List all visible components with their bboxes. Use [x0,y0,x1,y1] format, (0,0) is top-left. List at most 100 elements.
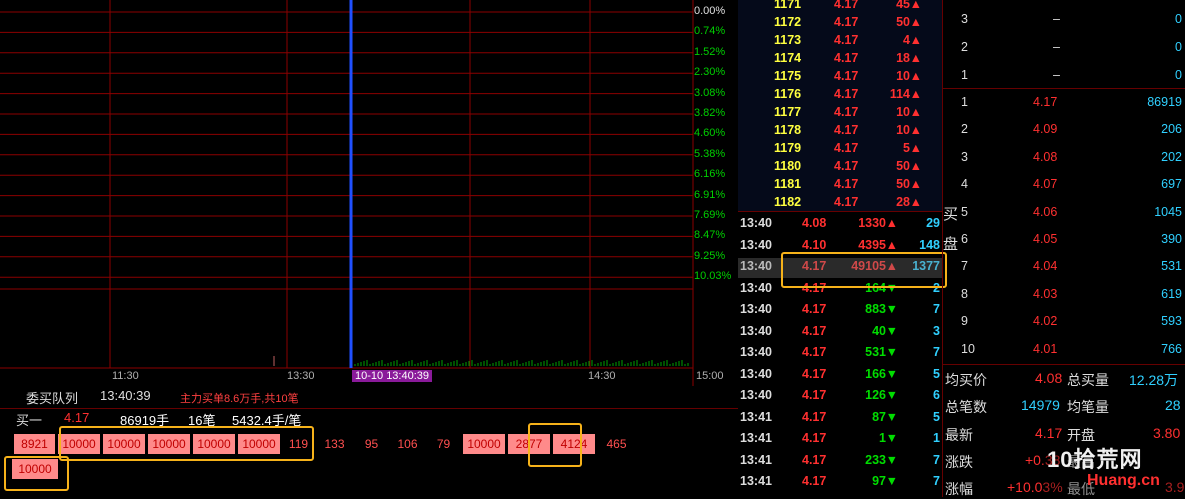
tick-list[interactable]: 1171 4.17 45 ▲ 1172 4.17 50 ▲ 1173 4.17 4 ▲ 1174 4.17… [738,0,947,497]
tick-count: 29 [926,216,940,230]
bid-row[interactable]: 7 4.04 531 [943,253,1185,280]
tick-id: 1181 [774,177,802,191]
ask-row[interactable]: 3 – 0 [943,6,1185,33]
highlight-box [59,426,314,461]
avg-vol-label: 均笔量 [1067,399,1109,415]
bid-level: 8 [961,286,968,301]
tick-row[interactable]: 13:40 4.08 1330 ▲ 29 [738,215,942,233]
tick-volume: 50 [896,177,910,191]
tick-price: 4.17 [834,105,859,119]
tick-row[interactable]: 13:41 4.17 97 ▼ 7 [738,473,942,491]
bid-row[interactable]: 6 4.05 390 [943,226,1185,253]
tick-price: 4.17 [834,15,859,29]
arrow-up-icon: ▲ [909,15,922,29]
time-label: 14:30 [588,370,616,382]
bid-row[interactable]: 10 4.01 766 [943,336,1185,363]
ask-row[interactable]: 1 – 0 [943,62,1185,89]
tick-row[interactable]: 13:40 4.17 166 ▼ 5 [738,366,942,384]
arrow-up-icon: ▲ [885,237,898,252]
tick-id: 1171 [774,0,802,11]
tick-row[interactable]: 13:41 4.17 1 ▼ 1 [738,430,942,448]
tick-row: 1172 4.17 50 ▲ [738,14,942,32]
tick-id: 1179 [774,141,802,155]
ask-row[interactable]: 2 – 0 [943,34,1185,61]
arrow-down-icon: ▼ [885,452,898,467]
order-book: 3 – 0 2 – 0 1 – 0 1 4.17 86919 2 4.09 206 3 4.08 202 4 4.0… [942,0,1185,497]
arrow-down-icon: ▼ [885,474,898,488]
tick-time: 13:40 [740,388,772,402]
tick-volume: 531 [865,345,886,359]
bid-price: 4.03 [1033,286,1058,301]
tick-price: 4.17 [834,141,859,155]
tick-volume: 28 [896,195,910,209]
tick-id: 1173 [774,33,802,47]
arrow-down-icon: ▼ [885,388,898,402]
tick-time: 13:40 [740,280,772,295]
tick-time: 13:40 [740,345,772,359]
tick-price: 4.17 [802,474,827,488]
tick-row: 1175 4.17 10 ▲ [738,68,942,86]
ask-volume: 0 [1175,12,1182,26]
bid-row[interactable]: 9 4.02 593 [943,308,1185,335]
bid-price: 4.06 [1033,204,1058,219]
tick-price: 4.17 [802,366,827,381]
tick-volume: 97 [872,474,886,488]
arrow-down-icon: ▼ [885,366,898,381]
tick-row: 1176 4.17 114 ▲ [738,86,942,104]
tick-count: 7 [933,452,940,467]
percent-label: 10.03% [694,270,732,283]
queue-divider [0,408,738,409]
tick-count: 5 [933,409,940,424]
bid-level: 1 [961,95,968,109]
queue-cell: 10000 [463,434,505,454]
tick-row[interactable]: 13:41 4.17 87 ▼ 5 [738,409,942,427]
bid-level: 2 [961,122,968,137]
bid-row[interactable]: 8 4.03 619 [943,281,1185,308]
bid-row[interactable]: 2 4.09 206 [943,116,1185,143]
tick-row: 1182 4.17 28 ▲ [738,194,942,212]
tick-volume: 50 [896,159,910,173]
arrow-up-icon: ▲ [909,159,922,173]
queue-cell: 465 [606,437,627,451]
tick-row: 1178 4.17 10 ▲ [738,122,942,140]
bid-row[interactable]: 5 4.06 1045 [943,199,1185,226]
bid-price: 4.09 [1033,122,1058,137]
tick-row[interactable]: 13:40 4.17 40 ▼ 3 [738,323,942,341]
tick-row: 1177 4.17 10 ▲ [738,104,942,122]
highlight-box [781,252,947,288]
bid-row[interactable]: 3 4.08 202 [943,144,1185,171]
bid-price: 4.08 [1033,149,1058,164]
bid-row[interactable]: 4 4.07 697 [943,171,1185,198]
bid-volume: 390 [1161,232,1182,246]
percent-label: 8.47% [694,229,726,242]
bid-price: 4.07 [1033,177,1058,192]
percent-label: 2.30% [694,66,726,79]
percent-label: 5.38% [694,147,726,160]
bid-row[interactable]: 1 4.17 86919 [943,89,1185,116]
tick-row[interactable]: 13:40 4.17 126 ▼ 6 [738,387,942,405]
tick-price: 4.17 [834,87,859,101]
tick-volume: 4395 [858,237,886,252]
tick-volume: 114 [889,87,910,101]
time-label: 15:00 [696,370,724,382]
tick-time: 13:40 [740,302,772,316]
queue-cell: 95 [364,437,379,451]
tick-row[interactable]: 13:41 4.17 233 ▼ 7 [738,452,942,470]
arrow-up-icon: ▲ [909,123,922,137]
queue-cell: 106 [397,437,418,451]
bid-price: 4.02 [1033,314,1058,329]
highlight-box [4,456,69,491]
tick-row[interactable]: 13:40 4.17 883 ▼ 7 [738,301,942,319]
tick-price: 4.17 [802,388,827,402]
change-label: 涨跌 [945,454,973,470]
tick-row[interactable]: 13:40 4.17 531 ▼ 7 [738,344,942,362]
last-label: 最新 [945,427,973,443]
highlight-box [528,423,582,467]
tick-count: 6 [933,388,940,402]
queue-title: 委买队列 [26,391,79,406]
tick-row: 1181 4.17 50 ▲ [738,176,942,194]
arrow-up-icon: ▲ [885,216,898,230]
ask-level: 2 [961,40,968,54]
percent-label: 4.60% [694,127,726,140]
tick-volume: 40 [872,323,886,338]
